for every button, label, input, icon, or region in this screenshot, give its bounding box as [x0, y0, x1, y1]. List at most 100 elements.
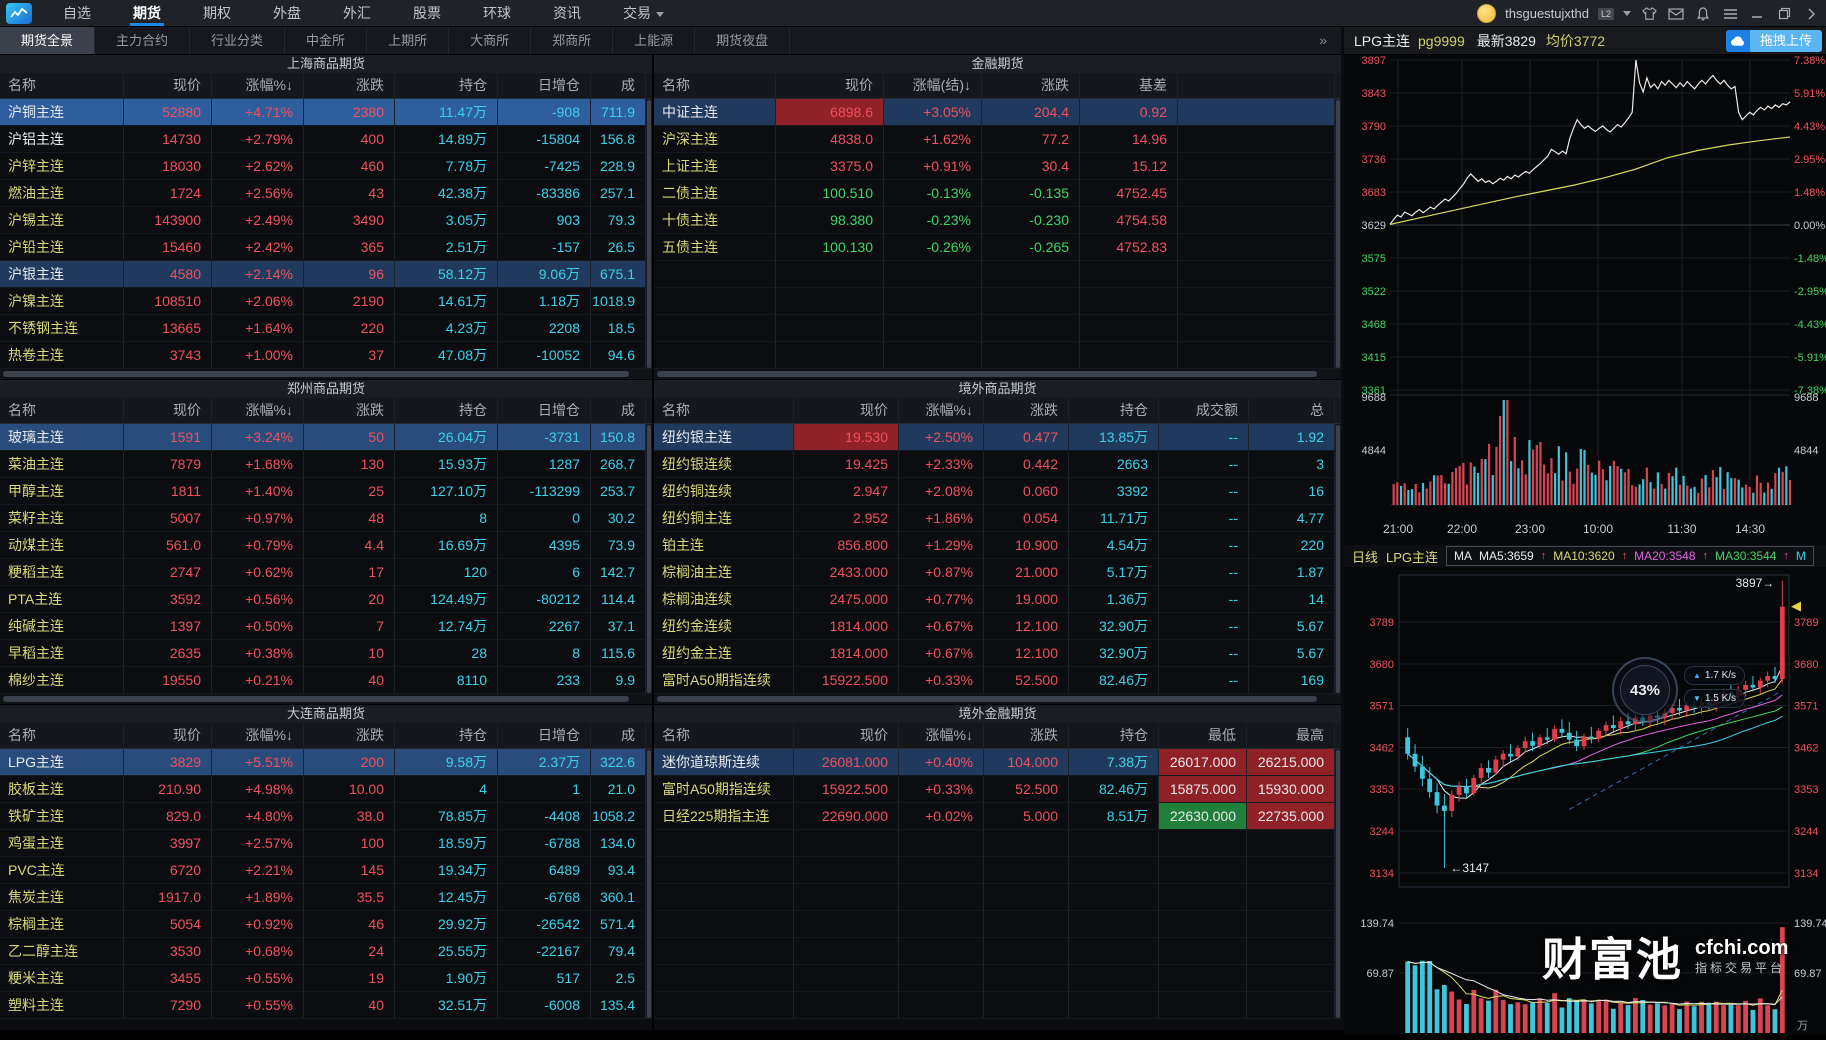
table-row[interactable]: 早稻主连2635+0.38%10288115.6 — [0, 640, 652, 667]
column-header[interactable]: 名称 — [654, 723, 794, 748]
menu-item[interactable]: 自选 — [42, 0, 112, 26]
table-row[interactable]: 日经225期指主连22690.000+0.02%5.0008.51万22630.… — [654, 803, 1341, 830]
menu-item[interactable]: 环球 — [462, 0, 532, 26]
column-header[interactable]: 涨跌 — [304, 723, 395, 748]
column-header[interactable]: 涨跌 — [984, 723, 1069, 748]
horizontal-scrollbar[interactable] — [654, 369, 1341, 380]
panel-collapse-icon[interactable] — [1802, 5, 1820, 23]
vertical-scrollbar[interactable] — [646, 749, 652, 1019]
ma-indicator-box[interactable]: MAMA5:3659↑MA10:3620↑MA20:3548↑MA30:3544… — [1446, 546, 1814, 566]
column-header[interactable]: 涨跌 — [304, 398, 395, 423]
horizontal-scrollbar[interactable] — [654, 694, 1341, 705]
table-row[interactable]: 沪铜主连52880+4.71%238011.47万-908711.9 — [0, 99, 652, 126]
table-row[interactable]: 五债主连100.130-0.26%-0.2654752.83 — [654, 234, 1341, 261]
vertical-scrollbar[interactable] — [1335, 424, 1341, 694]
column-header[interactable]: 持仓 — [395, 398, 498, 423]
table-row[interactable]: 菜油主连7879+1.68%13015.93万1287268.7 — [0, 451, 652, 478]
menu-item[interactable]: 外汇 — [322, 0, 392, 26]
column-header[interactable]: 涨跌 — [984, 398, 1069, 423]
horizontal-scrollbar[interactable] — [0, 369, 652, 380]
table-row[interactable]: 棕榈主连5054+0.92%4629.92万-26542571.4 — [0, 911, 652, 938]
table-row[interactable]: 动煤主连561.0+0.79%4.416.69万439573.9 — [0, 532, 652, 559]
column-header[interactable]: 成 — [591, 73, 646, 98]
column-header[interactable]: 涨幅(结)↓ — [884, 73, 982, 98]
table-row[interactable]: 甲醇主连1811+1.40%25127.10万-113299253.7 — [0, 478, 652, 505]
column-header[interactable]: 名称 — [0, 73, 124, 98]
column-header[interactable]: 持仓 — [395, 73, 498, 98]
table-row[interactable]: 纽约铜连续2.947+2.08%0.0603392--16 — [654, 478, 1341, 505]
menu-item[interactable]: 期货 — [112, 0, 182, 26]
table-row[interactable]: 沪铝主连14730+2.79%40014.89万-15804156.8 — [0, 126, 652, 153]
table-row[interactable]: 富时A50期指连续15922.500+0.33%52.50082.46万1587… — [654, 776, 1341, 803]
column-header[interactable]: 现价 — [124, 723, 212, 748]
table-row[interactable]: 棕榈油连续2475.000+0.77%19.0001.36万--14 — [654, 586, 1341, 613]
column-header[interactable]: 现价 — [124, 73, 212, 98]
column-header[interactable] — [1178, 73, 1335, 98]
menu-item[interactable]: 股票 — [392, 0, 462, 26]
column-header[interactable]: 现价 — [794, 723, 899, 748]
table-row[interactable]: 不锈钢主连13665+1.64%2204.23万220818.5 — [0, 315, 652, 342]
tab-中金所[interactable]: 中金所 — [285, 27, 367, 54]
bell-icon[interactable] — [1694, 5, 1712, 23]
column-header[interactable]: 持仓 — [395, 723, 498, 748]
table-row[interactable]: 十债主连98.380-0.23%-0.2304754.58 — [654, 207, 1341, 234]
chart-symbol[interactable]: LPG主连 — [1354, 31, 1410, 51]
tab-行业分类[interactable]: 行业分类 — [190, 27, 285, 54]
menu-list-icon[interactable] — [1721, 5, 1739, 23]
column-header[interactable]: 涨跌 — [982, 73, 1080, 98]
table-row[interactable]: 菜籽主连5007+0.97%488030.2 — [0, 505, 652, 532]
table-row[interactable]: 富时A50期指连续15922.500+0.33%52.50082.46万--16… — [654, 667, 1341, 694]
column-header[interactable]: 现价 — [124, 398, 212, 423]
tab-上能源[interactable]: 上能源 — [613, 27, 695, 54]
column-header[interactable]: 日增仓 — [498, 73, 591, 98]
vertical-scrollbar[interactable] — [1335, 99, 1341, 369]
column-header[interactable]: 成交额 — [1159, 398, 1249, 423]
menu-item[interactable]: 资讯 — [532, 0, 602, 26]
column-header[interactable]: 现价 — [794, 398, 899, 423]
table-row[interactable]: 沪锡主连143900+2.49%34903.05万90379.3 — [0, 207, 652, 234]
table-row[interactable]: 中证主连6898.6+3.05%204.40.92 — [654, 99, 1341, 126]
username[interactable]: thsguestujxthd — [1505, 6, 1589, 21]
table-row[interactable]: 沪深主连4838.0+1.62%77.214.96 — [654, 126, 1341, 153]
vertical-scrollbar[interactable] — [646, 424, 652, 694]
table-row[interactable]: 沪铅主连15460+2.42%3652.51万-15726.5 — [0, 234, 652, 261]
table-row[interactable]: 鸡蛋主连3997+2.57%10018.59万-6788134.0 — [0, 830, 652, 857]
menu-item[interactable]: 期权 — [182, 0, 252, 26]
column-header[interactable]: 总 — [1249, 398, 1335, 423]
vertical-scrollbar[interactable] — [646, 99, 652, 369]
user-avatar-icon[interactable] — [1477, 4, 1496, 23]
table-row[interactable]: 纯碱主连1397+0.50%712.74万226737.1 — [0, 613, 652, 640]
column-header[interactable]: 名称 — [0, 398, 124, 423]
table-row[interactable]: PTA主连3592+0.56%20124.49万-80212114.4 — [0, 586, 652, 613]
tab-上期所[interactable]: 上期所 — [367, 27, 449, 54]
tab-大商所[interactable]: 大商所 — [449, 27, 531, 54]
column-header[interactable]: 涨幅%↓ — [212, 723, 304, 748]
column-header[interactable]: 名称 — [654, 398, 794, 423]
column-header[interactable]: 涨幅%↓ — [899, 723, 984, 748]
table-row[interactable]: 塑料主连7290+0.55%4032.51万-6008135.4 — [0, 992, 652, 1019]
table-row[interactable]: 铂主连856.800+1.29%10.9004.54万--220 — [654, 532, 1341, 559]
column-header[interactable]: 成 — [591, 398, 646, 423]
column-header[interactable]: 日增仓 — [498, 723, 591, 748]
minute-chart[interactable]: 38977.38%38435.91%37904.43%37362.95%3683… — [1344, 55, 1826, 540]
table-row[interactable]: 燃油主连1724+2.56%4342.38万-83386257.1 — [0, 180, 652, 207]
column-header[interactable]: 最低 — [1159, 723, 1247, 748]
table-row[interactable]: LPG主连3829+5.51%2009.58万2.37万322.6 — [0, 749, 652, 776]
column-header[interactable]: 基差 — [1080, 73, 1178, 98]
table-row[interactable]: 棉纱主连19550+0.21%4081102339.9 — [0, 667, 652, 694]
minimize-icon[interactable] — [1748, 5, 1766, 23]
menu-item[interactable]: 外盘 — [252, 0, 322, 26]
table-row[interactable]: 沪银主连4580+2.14%9658.12万9.06万675.1 — [0, 261, 652, 288]
upload-button[interactable]: 拖拽上传 — [1726, 30, 1822, 52]
table-row[interactable]: 沪镍主连108510+2.06%219014.61万1.18万1018.9 — [0, 288, 652, 315]
skin-shirt-icon[interactable] — [1640, 5, 1658, 23]
table-row[interactable]: 纽约金主连1814.000+0.67%12.10032.90万--5.67 — [654, 640, 1341, 667]
table-row[interactable]: 纽约银主连19.530+2.50%0.47713.85万--1.92 — [654, 424, 1341, 451]
table-row[interactable]: 纽约铜主连2.952+1.86%0.05411.71万--4.77 — [654, 505, 1341, 532]
table-row[interactable]: 粳稻主连2747+0.62%171206142.7 — [0, 559, 652, 586]
table-row[interactable]: 棕榈油主连2433.000+0.87%21.0005.17万--1.87 — [654, 559, 1341, 586]
restore-window-icon[interactable] — [1775, 5, 1793, 23]
table-row[interactable]: PVC主连6720+2.21%14519.34万648993.4 — [0, 857, 652, 884]
app-logo-icon[interactable] — [6, 3, 32, 24]
tab-郑商所[interactable]: 郑商所 — [531, 27, 613, 54]
